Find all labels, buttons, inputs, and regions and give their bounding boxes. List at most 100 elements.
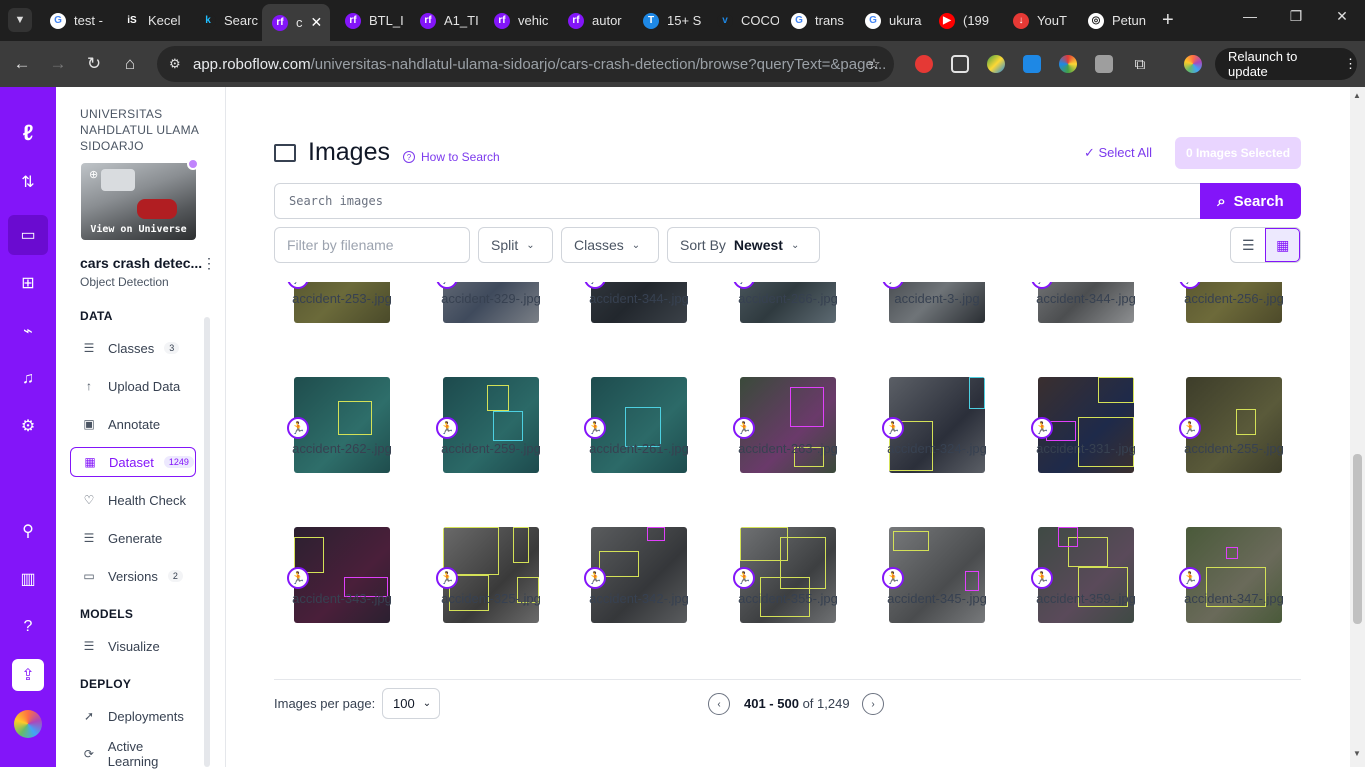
extension-ring-icon[interactable] xyxy=(1059,55,1077,73)
sidebar-item-classes[interactable]: ☰ Classes 3 xyxy=(70,333,196,363)
profile-avatar[interactable] xyxy=(1184,55,1202,73)
image-card[interactable]: 🏃 accident-255-.jpg xyxy=(1166,377,1301,527)
browser-tab[interactable]: rf A1_TI xyxy=(410,6,482,35)
sidebar-item-generate[interactable]: ☰ Generate xyxy=(70,523,196,553)
home-icon[interactable]: ⌂ xyxy=(117,51,143,77)
address-bar[interactable]: ⚙ app.roboflow.com/universitas-nahdlatul… xyxy=(157,46,894,82)
scrollbar-thumb[interactable] xyxy=(1353,454,1362,624)
sidebar-item-versions[interactable]: ▭ Versions 2 xyxy=(70,561,196,591)
close-window-icon[interactable]: ✕ xyxy=(1330,8,1354,25)
browser-tab[interactable]: rf autor xyxy=(558,6,630,35)
image-card[interactable]: 🏃accident-344-.jpg xyxy=(1018,282,1158,377)
sidebar-item-deployments[interactable]: ➚ Deployments xyxy=(70,701,196,731)
image-card[interactable]: 🏃 accident-262-.jpg xyxy=(274,377,414,527)
sidebar-item-health-check[interactable]: ♡ Health Check xyxy=(70,485,196,515)
reload-icon[interactable]: ↻ xyxy=(81,51,107,77)
back-icon[interactable]: ← xyxy=(9,51,35,77)
browser-tab[interactable]: ▶ (199 xyxy=(929,6,1001,35)
extension-red-icon[interactable] xyxy=(915,55,933,73)
image-card[interactable]: 🏃 accident-359-.jpg xyxy=(1018,527,1158,665)
user-avatar[interactable] xyxy=(14,710,42,738)
image-card[interactable]: 🏃 accident-259-.jpg xyxy=(423,377,563,527)
sidebar-item-visualize[interactable]: ☰ Visualize xyxy=(70,631,196,661)
universe-icon[interactable]: ⚲ xyxy=(14,517,42,545)
view-on-universe-label[interactable]: View on Universe xyxy=(81,224,196,235)
sidebar-item-dataset[interactable]: ▦ Dataset 1249 xyxy=(70,447,196,477)
select-all-button[interactable]: ✓ Select All xyxy=(1084,145,1152,161)
browser-tab[interactable]: Gtrans xyxy=(781,6,853,35)
scroll-down-icon[interactable]: ▼ xyxy=(1353,749,1361,758)
extensions-puzzle-icon[interactable]: ⧉ xyxy=(1127,51,1153,77)
project-more-icon[interactable]: ⋮ xyxy=(202,255,216,272)
workflows-icon[interactable]: ⊞ xyxy=(14,269,42,297)
image-card[interactable]: 🏃 accident-325-.jpg xyxy=(423,527,563,665)
image-card[interactable]: 🏃 accident-343-.jpg xyxy=(274,527,414,665)
new-tab-button[interactable]: + xyxy=(1152,6,1174,35)
browser-tab[interactable]: rf vehic xyxy=(484,6,556,35)
extension-window-icon[interactable] xyxy=(951,55,969,73)
browser-tab[interactable]: ◎ Petun xyxy=(1078,6,1150,35)
close-tab-icon[interactable]: ✕ xyxy=(311,14,323,31)
image-card[interactable]: 🏃 accident-324-.jpg xyxy=(869,377,1009,527)
settings-icon[interactable]: ⚙ xyxy=(14,412,42,440)
forward-icon[interactable]: → xyxy=(45,51,71,77)
site-info-icon[interactable]: ⚙ xyxy=(169,56,181,72)
browser-tab[interactable]: k Searc xyxy=(190,6,262,35)
image-card[interactable]: 🏃 accident-261-.jpg xyxy=(571,377,711,527)
grid-view-icon[interactable]: ▦ xyxy=(1265,228,1300,262)
sidebar-item-active-learning[interactable]: ⟳ Active Learning xyxy=(70,739,196,769)
image-card[interactable]: 🏃 accident-342-.jpg xyxy=(571,527,711,665)
scroll-up-icon[interactable]: ▲ xyxy=(1353,91,1361,100)
minimize-icon[interactable]: — xyxy=(1238,8,1262,24)
extension-camera-icon[interactable] xyxy=(1095,55,1113,73)
relaunch-button[interactable]: Relaunch to update ⋮ xyxy=(1215,48,1357,80)
browser-tab[interactable]: rf BTL_I xyxy=(335,6,407,35)
image-card[interactable]: 🏃 accident-355-.jpg xyxy=(720,527,860,665)
upload-icon[interactable]: ⇪ xyxy=(12,659,44,691)
analytics-icon[interactable]: ⌁ xyxy=(14,317,42,345)
sort-icon[interactable]: ⇅ xyxy=(14,168,42,196)
projects-icon[interactable]: ▭ xyxy=(8,215,48,255)
image-card[interactable]: 🏃accident-3-.jpg xyxy=(869,282,1009,377)
bookmark-star-icon[interactable]: ☆ xyxy=(861,51,887,77)
page-scrollbar[interactable]: ▲ ▼ xyxy=(1350,87,1365,767)
image-card[interactable]: 🏃accident-256-.jpg xyxy=(1166,282,1301,377)
image-card[interactable]: 🏃accident-266-.jpg xyxy=(720,282,860,377)
search-button[interactable]: ⌕ Search xyxy=(1200,183,1301,219)
classes-dropdown[interactable]: Classes ⌄ xyxy=(561,227,659,263)
help-icon[interactable]: ? xyxy=(14,613,42,641)
split-dropdown[interactable]: Split ⌄ xyxy=(478,227,553,263)
sidebar-item-annotate[interactable]: ▣ Annotate xyxy=(70,409,196,439)
browser-tab[interactable]: T 15+ S xyxy=(633,6,705,35)
image-card[interactable]: 🏃accident-344-.jpg xyxy=(571,282,711,377)
images-selected-button[interactable]: 0 Images Selected xyxy=(1175,137,1301,169)
sort-dropdown[interactable]: Sort By Newest ⌄ xyxy=(667,227,820,263)
tab-search-button[interactable]: ▼ xyxy=(8,8,32,32)
next-page-button[interactable]: › xyxy=(862,693,884,715)
browser-tab[interactable]: ↓ YouT xyxy=(1003,6,1075,35)
search-input[interactable]: Search images xyxy=(274,183,1201,219)
per-page-select[interactable]: 100 ⌄ xyxy=(382,688,440,719)
browser-tab[interactable]: rf c ✕ xyxy=(262,4,330,41)
image-card[interactable]: 🏃accident-253-.jpg xyxy=(274,282,414,377)
roboflow-logo-icon[interactable]: ℓ xyxy=(14,119,42,147)
image-card[interactable]: 🏃accident-329-.jpg xyxy=(423,282,563,377)
filter-filename-input[interactable]: Filter by filename xyxy=(274,227,470,263)
workspace-name[interactable]: UNIVERSITAS NAHDLATUL ULAMA SIDOARJO xyxy=(80,106,210,154)
how-to-search-link[interactable]: ? How to Search xyxy=(403,150,500,164)
browser-tab[interactable]: iS Kecel xyxy=(114,6,186,35)
extension-fi-icon[interactable] xyxy=(1023,55,1041,73)
project-name[interactable]: cars crash detec... xyxy=(80,255,202,271)
image-card[interactable]: 🏃 accident-345-.jpg xyxy=(869,527,1009,665)
sidebar-scrollbar[interactable] xyxy=(204,317,210,767)
restore-icon[interactable]: ❐ xyxy=(1284,8,1308,25)
browser-tab[interactable]: Gukura xyxy=(855,6,927,35)
image-card[interactable]: 🏃 accident-263-.jpg xyxy=(720,377,860,527)
image-card[interactable]: 🏃 accident-331-.jpg xyxy=(1018,377,1158,527)
project-thumbnail[interactable]: ⊕ View on Universe xyxy=(81,163,196,240)
browser-tab[interactable]: v COCO xyxy=(707,6,779,35)
extension-color-icon[interactable] xyxy=(987,55,1005,73)
prev-page-button[interactable]: ‹ xyxy=(708,693,730,715)
browser-tab[interactable]: Gtest - xyxy=(40,6,112,35)
docs-icon[interactable]: ▥ xyxy=(14,565,42,593)
